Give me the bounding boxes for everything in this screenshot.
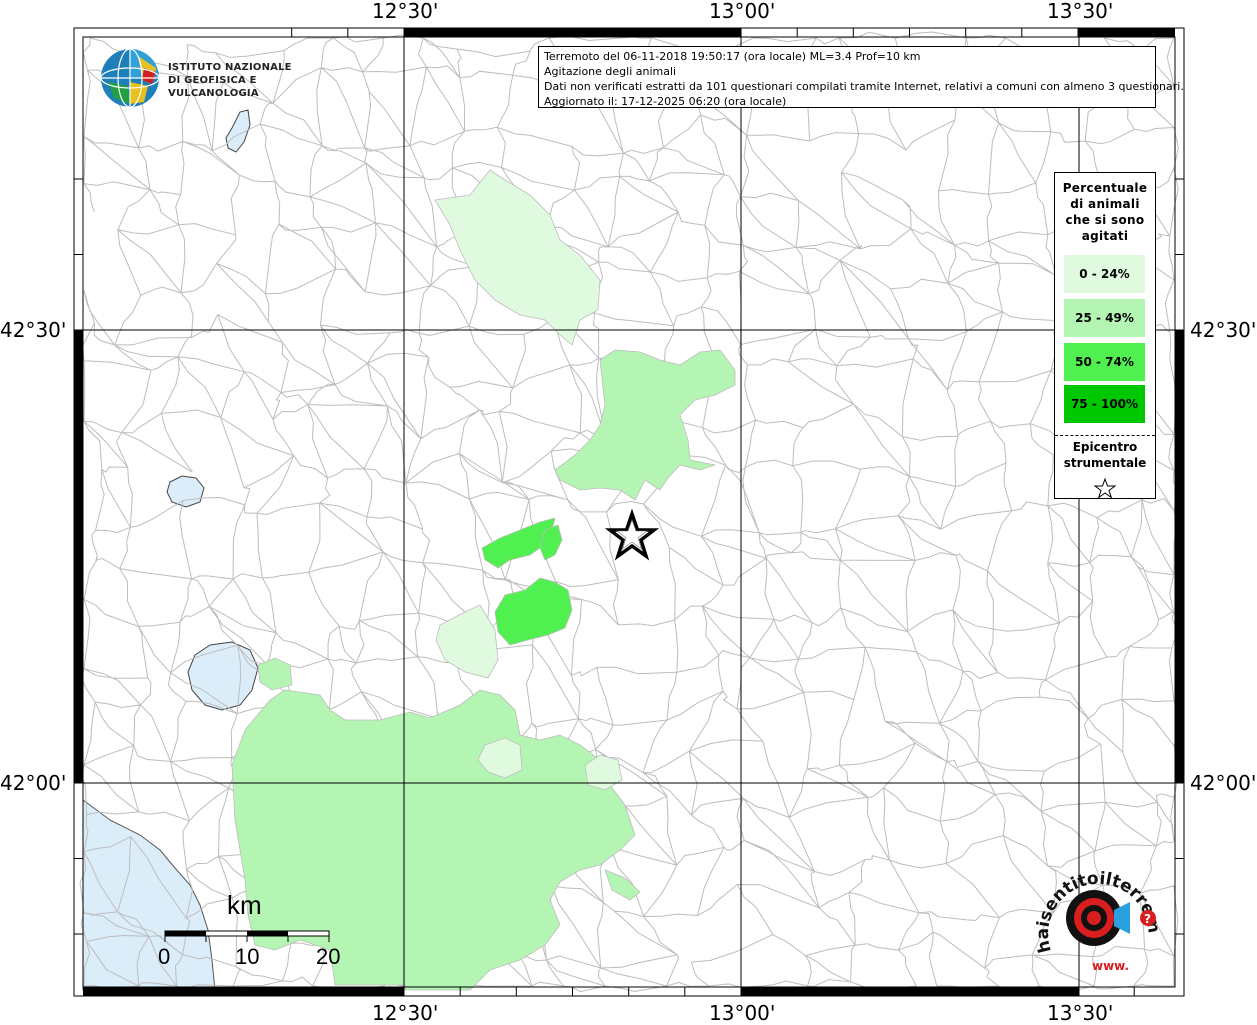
scale-tick-0: 0 bbox=[158, 944, 171, 969]
map-subject-line: Agitazione degli animali bbox=[544, 65, 677, 78]
right-label-4230: 42°30' bbox=[1190, 318, 1257, 342]
legend-separator bbox=[1055, 435, 1155, 436]
top-label-1300: 13°00' bbox=[709, 0, 776, 23]
scale-unit: km bbox=[227, 890, 262, 920]
legend-star-icon bbox=[1093, 477, 1117, 499]
bottom-label-1300: 13°00' bbox=[709, 1001, 776, 1025]
event-line: Terremoto del 06-11-2018 19:50:17 (ora l… bbox=[544, 50, 921, 63]
right-label-4200: 42°00' bbox=[1190, 771, 1257, 795]
ingv-line1: ISTITUTO NAZIONALE bbox=[168, 62, 292, 73]
ingv-line2: DI GEOFISICA E VULCANOLOGIA bbox=[168, 75, 259, 99]
event-info-box: Terremoto del 06-11-2018 19:50:17 (ora l… bbox=[538, 46, 1184, 108]
legend-title: Percentuale di animali che si sono agita… bbox=[1062, 181, 1148, 243]
left-label-4200: 42°00' bbox=[0, 771, 67, 795]
legend-class-2: 50 - 74% bbox=[1064, 343, 1145, 381]
svg-text:?: ? bbox=[1144, 912, 1151, 926]
legend: Percentuale di animali che si sono agita… bbox=[1054, 172, 1156, 499]
hsit-logo: haisentitoilterremoto.it ? www. bbox=[1030, 858, 1164, 973]
lake-vico bbox=[166, 475, 205, 508]
data-note-line: Dati non verificati estratti da 101 ques… bbox=[544, 80, 1184, 93]
globe-icon bbox=[100, 48, 160, 108]
ingv-logo: ISTITUTO NAZIONALE DI GEOFISICA E VULCAN… bbox=[98, 46, 328, 110]
bottom-label-1330: 13°30' bbox=[1047, 1001, 1114, 1025]
top-label-1330: 13°30' bbox=[1047, 0, 1114, 23]
legend-class-0: 0 - 24% bbox=[1064, 255, 1145, 293]
updated-line: Aggiornato il: 17-12-2025 06:20 (ora loc… bbox=[544, 95, 787, 108]
hsit-prefix: www. bbox=[1092, 959, 1129, 973]
scale-tick-20: 20 bbox=[316, 944, 341, 969]
legend-class-3: 75 - 100% bbox=[1064, 385, 1145, 423]
ingv-logo-text: ISTITUTO NAZIONALE DI GEOFISICA E VULCAN… bbox=[168, 61, 328, 100]
bottom-label-1230: 12°30' bbox=[372, 1001, 439, 1025]
legend-epicenter-label: Epicentro strumentale bbox=[1063, 440, 1147, 470]
top-label-1230: 12°30' bbox=[372, 0, 439, 23]
legend-class-1: 25 - 49% bbox=[1064, 299, 1145, 337]
left-label-4230: 42°30' bbox=[0, 318, 67, 342]
scale-tick-10: 10 bbox=[235, 944, 260, 969]
